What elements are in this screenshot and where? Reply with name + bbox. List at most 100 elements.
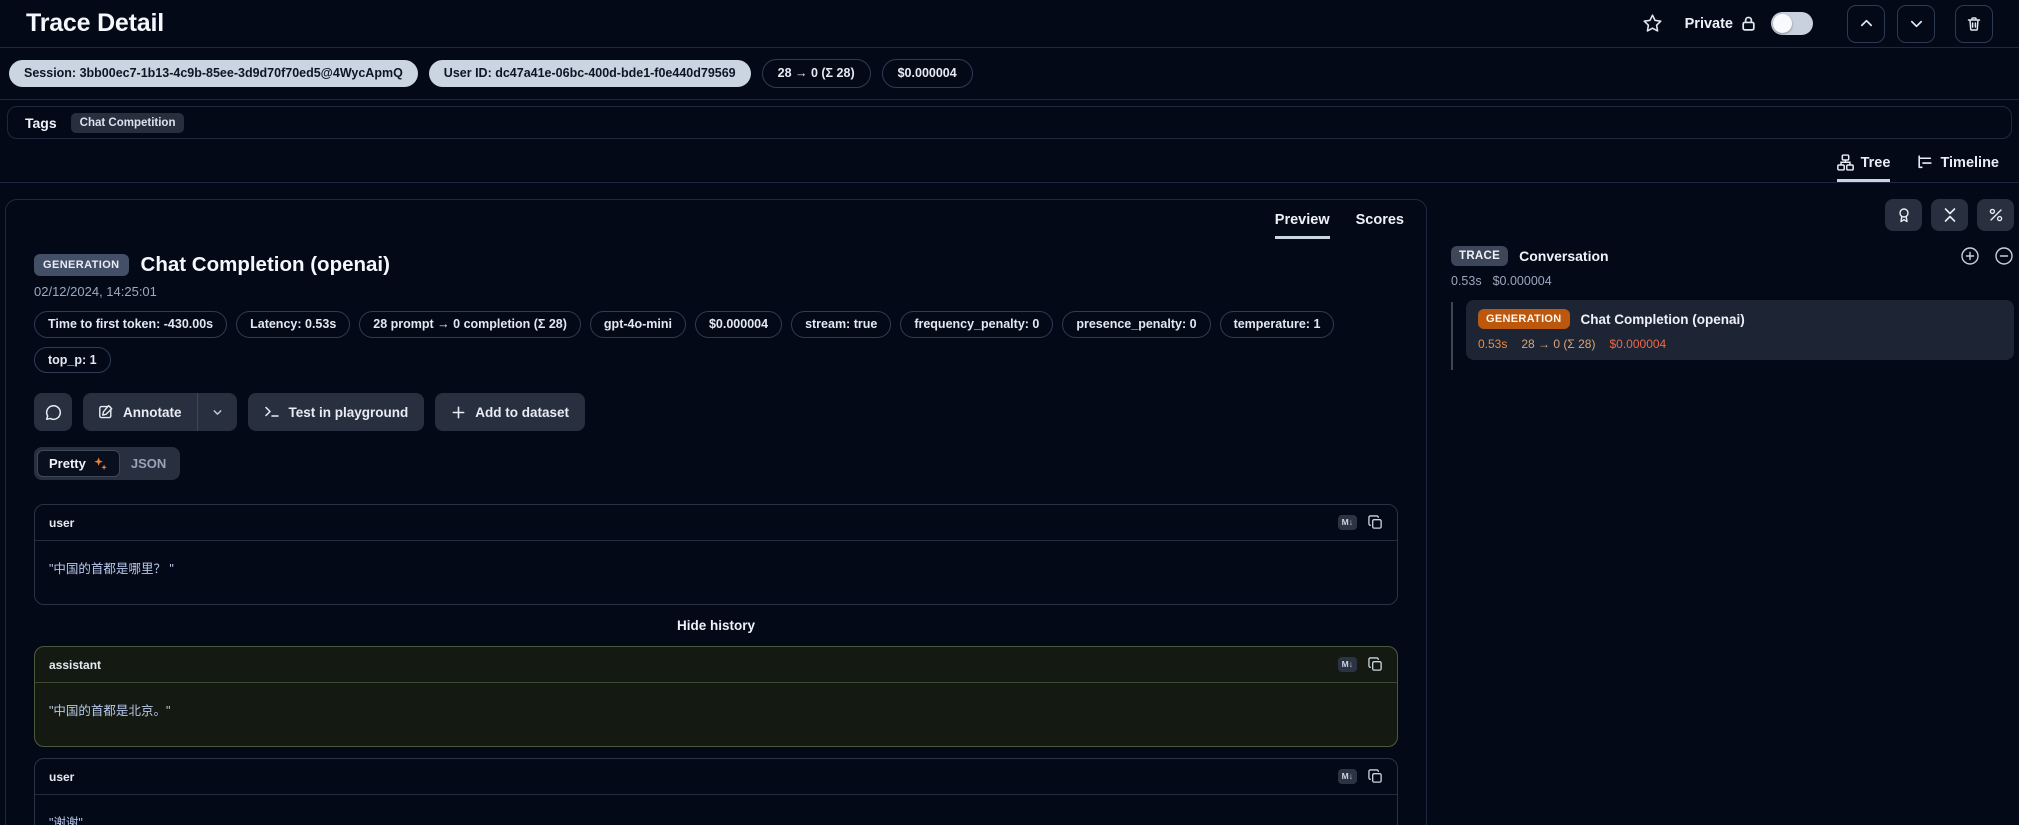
- chevron-down-icon: [211, 406, 224, 419]
- award-icon: [1896, 207, 1912, 223]
- add-to-dataset-button[interactable]: Add to dataset: [435, 393, 585, 431]
- lock-icon: [1740, 15, 1757, 32]
- node-tokens: 28 → 0 (Σ 28): [1521, 337, 1595, 351]
- minus-circle-icon[interactable]: [1994, 246, 2014, 266]
- bookmark-star-button[interactable]: [1642, 13, 1663, 34]
- terminal-icon: [264, 404, 280, 420]
- trace-root-row[interactable]: TRACE Conversation: [1451, 246, 2014, 266]
- tab-scores[interactable]: Scores: [1356, 212, 1404, 239]
- trace-type-badge: TRACE: [1451, 246, 1508, 266]
- attr-badge: temperature: 1: [1220, 311, 1335, 338]
- collapse-all-button[interactable]: [1931, 199, 1968, 231]
- toggle-knob: [1773, 14, 1792, 33]
- percent-icon: [1988, 207, 2004, 223]
- message-card-user: user M↓ "中国的首都是哪里？ ": [34, 504, 1398, 605]
- tags-section: Tags Chat Competition: [0, 100, 2019, 139]
- trace-tree-panel: TRACE Conversation 0.53s $0.000004: [1451, 199, 2014, 360]
- trace-meta-row: Session: 3bb00ec7-1b13-4c9b-85ee-3d9d70f…: [0, 48, 2019, 100]
- tree-children: GENERATION Chat Completion (openai) 0.53…: [1451, 300, 2014, 360]
- trace-cost: $0.000004: [1493, 274, 1552, 288]
- generation-node[interactable]: GENERATION Chat Completion (openai) 0.53…: [1466, 300, 2014, 360]
- annotate-button[interactable]: Annotate: [83, 393, 197, 431]
- attr-badge: frequency_penalty: 0: [900, 311, 1053, 338]
- trash-icon: [1966, 16, 1982, 32]
- plus-icon: [451, 405, 466, 420]
- copy-icon[interactable]: [1368, 515, 1383, 530]
- attr-badge: $0.000004: [695, 311, 782, 338]
- observation-timestamp: 02/12/2024, 14:25:01: [34, 284, 1398, 299]
- tag-chat-competition[interactable]: Chat Competition: [71, 113, 185, 133]
- star-icon: [1642, 13, 1663, 34]
- toggle-scores-button[interactable]: [1885, 199, 1922, 231]
- dataset-label: Add to dataset: [475, 405, 569, 420]
- message-role: user: [49, 770, 74, 784]
- observation-attribute-badges: Time to first token: -430.00s Latency: 0…: [6, 299, 1426, 373]
- comments-button[interactable]: [34, 393, 72, 431]
- main-content: Preview Scores GENERATION Chat Completio…: [0, 183, 2019, 825]
- tab-tree-label: Tree: [1861, 155, 1891, 171]
- toggle-metrics-button[interactable]: [1977, 199, 2014, 231]
- message-role: assistant: [49, 658, 101, 672]
- observation-panel: Preview Scores GENERATION Chat Completio…: [5, 199, 1427, 825]
- view-tabs: Tree Timeline: [0, 139, 2019, 183]
- trace-stats: 0.53s $0.000004: [1451, 274, 2014, 288]
- previous-trace-button[interactable]: [1847, 5, 1885, 43]
- plus-circle-icon[interactable]: [1960, 246, 1980, 266]
- format-toggle: Pretty JSON: [34, 447, 180, 480]
- tree-toolbar: [1451, 199, 2014, 231]
- message-role: user: [49, 516, 74, 530]
- tags-container: Tags Chat Competition: [7, 106, 2012, 139]
- test-in-playground-button[interactable]: Test in playground: [248, 393, 425, 431]
- annotate-label: Annotate: [123, 405, 182, 420]
- copy-icon[interactable]: [1368, 769, 1383, 784]
- annotate-dropdown-button[interactable]: [197, 393, 237, 431]
- message-content: "谢谢": [35, 795, 1397, 825]
- collapse-icon: [1942, 207, 1958, 223]
- markdown-toggle-icon[interactable]: M↓: [1338, 769, 1357, 783]
- observation-type-badge: GENERATION: [34, 254, 129, 276]
- pretty-toggle-option[interactable]: Pretty: [37, 450, 120, 477]
- delete-trace-button[interactable]: [1955, 5, 1993, 43]
- chevron-up-icon: [1859, 16, 1874, 31]
- user-id-badge[interactable]: User ID: dc47a41e-06bc-400d-bde1-f0e440d…: [429, 60, 751, 87]
- tree-icon: [1837, 154, 1854, 171]
- json-toggle-option[interactable]: JSON: [120, 451, 177, 476]
- message-card-user: user M↓ "谢谢": [34, 758, 1398, 825]
- sparkles-icon: [93, 456, 108, 471]
- message-content: "中国的首都是哪里？ ": [35, 541, 1397, 604]
- tags-label: Tags: [25, 115, 57, 131]
- generation-node-title: Chat Completion (openai): [1581, 312, 1745, 327]
- pretty-label: Pretty: [49, 456, 86, 471]
- markdown-toggle-icon[interactable]: M↓: [1338, 515, 1357, 529]
- public-toggle[interactable]: [1771, 12, 1813, 35]
- observation-header: GENERATION Chat Completion (openai) 02/1…: [6, 239, 1426, 299]
- message-card-assistant: assistant M↓ "中国的首都是北京。": [34, 646, 1398, 747]
- token-usage-badge: 28 → 0 (Σ 28): [762, 59, 871, 88]
- copy-icon[interactable]: [1368, 657, 1383, 672]
- attr-badge: 28 prompt → 0 completion (Σ 28): [359, 311, 581, 338]
- observation-actions: Annotate Test in playground: [6, 373, 1426, 431]
- hide-history-button[interactable]: Hide history: [34, 618, 1398, 633]
- tab-timeline[interactable]: Timeline: [1916, 154, 1999, 182]
- header-actions: Private: [1642, 5, 1993, 43]
- tree-guide-line: [1451, 302, 1453, 370]
- attr-badge: gpt-4o-mini: [590, 311, 686, 338]
- attr-badge: Time to first token: -430.00s: [34, 311, 227, 338]
- attr-badge: top_p: 1: [34, 347, 111, 374]
- node-latency: 0.53s: [1478, 337, 1507, 351]
- total-cost-badge: $0.000004: [882, 59, 973, 88]
- chevron-down-icon: [1909, 16, 1924, 31]
- next-trace-button[interactable]: [1897, 5, 1935, 43]
- tab-tree[interactable]: Tree: [1837, 154, 1891, 182]
- tab-preview[interactable]: Preview: [1275, 212, 1330, 239]
- observation-title: Chat Completion (openai): [141, 253, 390, 277]
- session-badge[interactable]: Session: 3bb00ec7-1b13-4c9b-85ee-3d9d70f…: [9, 60, 418, 87]
- attr-badge: presence_penalty: 0: [1062, 311, 1210, 338]
- trace-latency: 0.53s: [1451, 274, 1482, 288]
- trace-title: Conversation: [1519, 248, 1608, 264]
- comment-icon: [45, 404, 62, 421]
- edit-icon: [98, 404, 114, 420]
- trace-detail-page: Trace Detail Private: [0, 0, 2019, 825]
- markdown-toggle-icon[interactable]: M↓: [1338, 657, 1357, 671]
- page-header: Trace Detail Private: [0, 0, 2019, 48]
